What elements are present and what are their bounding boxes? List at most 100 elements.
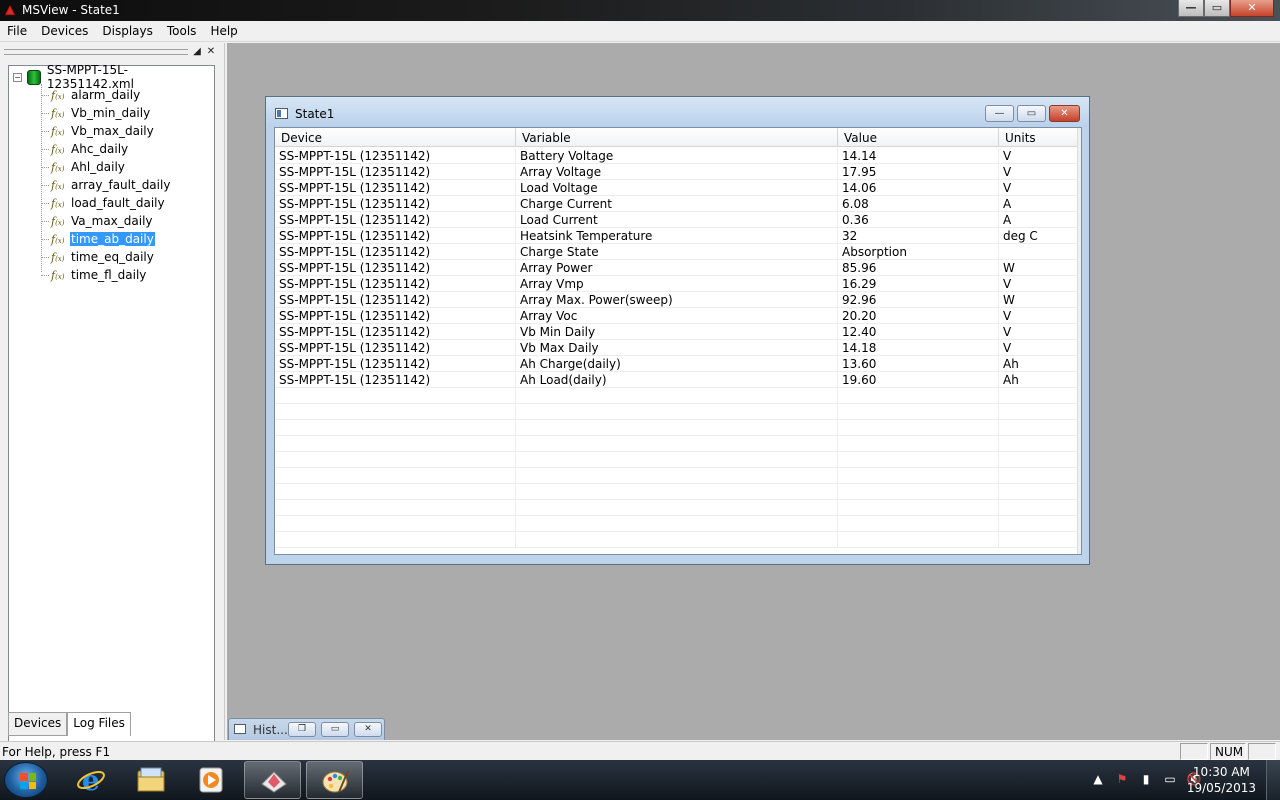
table-row[interactable]: SS-MPPT-15L (12351142) Battery Voltage 14.… — [275, 148, 1081, 164]
close-icon: ✕ — [364, 724, 372, 734]
panel-pin-icon[interactable]: ◢ — [190, 46, 204, 59]
function-icon: f(x) — [51, 268, 65, 282]
tree-item[interactable]: f(x) time_fl_daily — [41, 266, 147, 284]
tree-item[interactable]: f(x) time_eq_daily — [41, 248, 155, 266]
cell-variable: Charge State — [516, 244, 838, 259]
state1-title: State1 — [295, 107, 335, 121]
action-center-flag-icon[interactable]: ⚑ — [1114, 772, 1130, 788]
taskbar-media-player[interactable] — [182, 761, 239, 799]
menu-devices[interactable]: Devices — [34, 24, 95, 38]
table-row[interactable]: SS-MPPT-15L (12351142) Array Voltage 17.95… — [275, 164, 1081, 180]
tab-devices[interactable]: Devices — [8, 712, 68, 736]
tree-item[interactable]: f(x) Va_max_daily — [41, 212, 154, 230]
taskbar-clock[interactable]: 10:30 AM 19/05/2013 — [1187, 764, 1256, 796]
empty-cell — [275, 420, 516, 435]
grid-header: Device Variable Value Units — [275, 128, 1081, 147]
tree-item[interactable]: f(x) load_fault_daily — [41, 194, 166, 212]
column-header-variable[interactable]: Variable — [516, 128, 838, 147]
table-row[interactable]: SS-MPPT-15L (12351142) Heatsink Temperatu… — [275, 228, 1081, 244]
tree-item[interactable]: f(x) array_fault_daily — [41, 176, 171, 194]
system-tray: ▲ ⚑ ▮ ▭ 🔇 10:30 AM 19/05/2013 — [1050, 760, 1280, 800]
tree-root-node[interactable]: − SS-MPPT-15L-12351142.xml — [13, 63, 214, 91]
table-row[interactable]: SS-MPPT-15L (12351142) Array Power 85.96 W — [275, 260, 1081, 276]
table-row[interactable]: SS-MPPT-15L (12351142) Array Voc 20.20 V — [275, 308, 1081, 324]
state-data-grid[interactable]: Device Variable Value Units SS-MPPT-15L … — [274, 127, 1082, 555]
taskbar-internet-explorer[interactable]: e — [62, 761, 119, 799]
cell-device: SS-MPPT-15L (12351142) — [275, 276, 516, 291]
maximize-button[interactable]: ▭ — [1204, 0, 1230, 17]
maximize-icon: ▭ — [1211, 1, 1223, 14]
tree-item[interactable]: f(x) time_ab_daily — [41, 230, 155, 248]
empty-cell — [516, 436, 838, 451]
cell-device: SS-MPPT-15L (12351142) — [275, 212, 516, 227]
child-close-button[interactable]: ✕ — [1049, 105, 1080, 122]
table-row[interactable]: SS-MPPT-15L (12351142) Load Voltage 14.06 V — [275, 180, 1081, 196]
menu-file[interactable]: File — [0, 24, 34, 38]
state1-window[interactable]: State1 — ▭ ✕ Device Variable Value Units… — [265, 96, 1090, 565]
tree-item[interactable]: f(x) Vb_max_daily — [41, 122, 155, 140]
table-row[interactable]: SS-MPPT-15L (12351142) Vb Min Daily 12.40 V — [275, 324, 1081, 340]
function-icon: f(x) — [51, 88, 65, 102]
empty-cell — [838, 532, 999, 547]
grid-body: SS-MPPT-15L (12351142) Battery Voltage 14.… — [275, 148, 1081, 548]
table-row[interactable]: SS-MPPT-15L (12351142) Ah Load(daily) 19.6… — [275, 372, 1081, 388]
history-maximize-button[interactable]: ▭ — [321, 722, 349, 737]
column-header-value[interactable]: Value — [838, 128, 999, 147]
tab-log-files[interactable]: Log Files — [67, 712, 131, 736]
internet-explorer-icon: e — [77, 765, 105, 795]
table-row[interactable]: SS-MPPT-15L (12351142) Array Vmp 16.29 V — [275, 276, 1081, 292]
table-row[interactable]: SS-MPPT-15L (12351142) Vb Max Daily 14.18 V — [275, 340, 1081, 356]
tree-connector — [41, 112, 49, 114]
panel-gripper[interactable] — [4, 49, 188, 55]
history-close-button[interactable]: ✕ — [354, 722, 382, 737]
empty-cell — [838, 436, 999, 451]
cell-units: A — [999, 212, 1081, 227]
show-desktop-button[interactable] — [1266, 760, 1280, 800]
start-button[interactable] — [4, 762, 48, 798]
empty-cell — [838, 484, 999, 499]
tree-item[interactable]: f(x) alarm_daily — [41, 86, 141, 104]
show-hidden-icons-icon[interactable]: ▲ — [1090, 772, 1106, 788]
history-restore-button[interactable]: ❐ — [288, 722, 316, 737]
windows-logo-icon — [20, 773, 36, 789]
close-button[interactable]: ✕ — [1230, 0, 1274, 17]
minimized-history-window[interactable]: Hist... ❐ ▭ ✕ — [228, 718, 385, 740]
panel-close-icon[interactable]: ✕ — [204, 46, 218, 59]
tree-connector — [41, 202, 49, 204]
column-header-units[interactable]: Units — [999, 128, 1081, 147]
table-row[interactable]: SS-MPPT-15L (12351142) Load Current 0.36 A — [275, 212, 1081, 228]
child-window-icon — [275, 108, 288, 119]
cell-value: 16.29 — [838, 276, 999, 291]
cell-variable: Ah Charge(daily) — [516, 356, 838, 371]
taskbar-msview[interactable] — [244, 761, 301, 799]
function-icon: f(x) — [51, 250, 65, 264]
minimize-button[interactable]: — — [1178, 0, 1204, 17]
tree-item-label: Vb_min_daily — [71, 106, 151, 120]
grid-scrollbar[interactable] — [1077, 128, 1081, 554]
log-file-tree[interactable]: − SS-MPPT-15L-12351142.xml f(x) alarm_dai… — [8, 63, 215, 753]
table-row[interactable]: SS-MPPT-15L (12351142) Charge Current 6.08… — [275, 196, 1081, 212]
taskbar-paint[interactable] — [306, 761, 363, 799]
network-icon[interactable]: ▭ — [1162, 772, 1178, 788]
table-row[interactable]: SS-MPPT-15L (12351142) Ah Charge(daily) 13… — [275, 356, 1081, 372]
battery-icon[interactable]: ▮ — [1138, 772, 1154, 788]
child-minimize-button[interactable]: — — [985, 105, 1014, 122]
table-row[interactable]: SS-MPPT-15L (12351142) Charge State Absorp… — [275, 244, 1081, 260]
child-maximize-button[interactable]: ▭ — [1017, 105, 1046, 122]
menu-help[interactable]: Help — [203, 24, 244, 38]
collapse-icon[interactable]: − — [13, 72, 22, 82]
database-icon — [26, 69, 41, 85]
app-title-bar[interactable]: MSView - State1 — ▭ ✕ — [0, 0, 1280, 21]
menu-displays[interactable]: Displays — [95, 24, 159, 38]
tree-item[interactable]: f(x) Vb_min_daily — [41, 104, 151, 122]
minimize-icon: — — [1185, 1, 1197, 14]
tree-connector — [41, 94, 49, 96]
taskbar-file-explorer[interactable] — [122, 761, 179, 799]
tree-item[interactable]: f(x) Ahc_daily — [41, 140, 129, 158]
state1-title-bar[interactable]: State1 — ▭ ✕ — [266, 97, 1089, 127]
tree-item[interactable]: f(x) Ahl_daily — [41, 158, 126, 176]
cell-units: Ah — [999, 356, 1081, 371]
menu-tools[interactable]: Tools — [160, 24, 204, 38]
column-header-device[interactable]: Device — [275, 128, 516, 147]
table-row[interactable]: SS-MPPT-15L (12351142) Array Max. Power(s… — [275, 292, 1081, 308]
